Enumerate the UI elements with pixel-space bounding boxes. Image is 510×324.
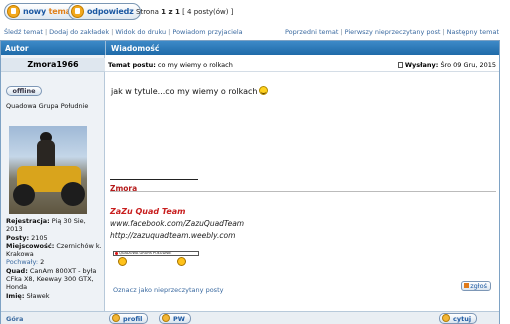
signature-team: ZaZu Quad Team xyxy=(110,207,186,216)
signature-facebook: www.facebook.com/ZazuQuadTeam xyxy=(110,219,245,228)
page-info-pages: 1 z 1 xyxy=(161,8,180,16)
quote-icon xyxy=(442,314,450,322)
mark-unread-link[interactable]: Oznacz jako nieprzeczytany posty xyxy=(113,286,223,294)
post-footer: Góra profil PW cytuj xyxy=(1,311,499,324)
post-subject: Temat postu: co my wiemy o rolkach xyxy=(108,61,233,69)
info-posts: Posty: 2105 xyxy=(6,233,48,242)
private-message-icon xyxy=(162,314,170,322)
next-topic-link[interactable]: Następny temat xyxy=(447,28,499,36)
info-praises: Pochwały: 2 xyxy=(6,258,45,267)
post-table: Autor Wiadomość Zmora1966 offline Quadow… xyxy=(0,40,500,324)
avatar-wheel xyxy=(13,184,35,206)
back-to-top-link[interactable]: Góra xyxy=(6,315,23,323)
page-info-prefix: Strona xyxy=(136,8,159,16)
profile-icon xyxy=(112,314,120,322)
reply-button[interactable]: odpowiedz xyxy=(68,3,141,20)
report-icon xyxy=(464,283,470,288)
profile-button[interactable]: profil xyxy=(109,313,149,324)
previous-topic-link[interactable]: Poprzedni temat xyxy=(285,28,338,36)
page-info-posts: [ 4 posty(ów) ] xyxy=(182,8,234,16)
info-quad: Quad: CanAm 800XT - była CFka X8, Keeway… xyxy=(6,266,97,292)
page-info: Strona 1 z 1 [ 4 posty(ów) ] xyxy=(136,8,233,16)
message-panel: Temat postu: co my wiemy o rolkach Wysła… xyxy=(105,55,499,311)
private-message-button[interactable]: PW xyxy=(159,313,191,324)
user-group: Quadowa Grupa Południe xyxy=(6,102,89,110)
signature-website: http://zazuquadteam.weebly.com xyxy=(110,231,236,240)
post-link-icon[interactable] xyxy=(397,62,403,68)
post-date: Wysłany: Śro 09 Gru, 2015 xyxy=(397,61,496,69)
report-button[interactable]: zgłoś xyxy=(461,281,491,291)
avatar xyxy=(9,126,87,214)
reply-label: odpowiedz xyxy=(87,7,134,16)
info-location: Miejscowość: Czernichów k. Krakowa xyxy=(6,241,102,259)
first-unread-link[interactable]: Pierwszy nieprzeczytany post xyxy=(345,28,441,36)
offline-status-badge: offline xyxy=(6,86,42,96)
new-topic-icon xyxy=(7,5,20,18)
signature-divider xyxy=(110,179,198,180)
signature-rule xyxy=(110,191,496,192)
info-registration: Rejestracja: Pią 30 Sie, 2013 xyxy=(6,217,86,234)
topic-nav-links: Śledź temat | Dodaj do zakładek | Widok do d… xyxy=(4,28,499,36)
print-view-link[interactable]: Widok do druku xyxy=(115,28,166,36)
author-profile-info: Rejestracja: Pią 30 Sie, 2013 Posty: 210… xyxy=(6,217,104,300)
author-column-header: Autor xyxy=(1,41,105,55)
author-panel: Zmora1966 offline Quadowa Grupa Południe… xyxy=(1,55,105,311)
signature-banner: QUADOWA GRUPA POŁUDNIE xyxy=(113,251,199,256)
post-header: Temat postu: co my wiemy o rolkach Wysła… xyxy=(105,58,499,72)
new-topic-label-1: nowy xyxy=(23,7,46,16)
report-label: zgłoś xyxy=(470,282,487,290)
avatar-wheel xyxy=(61,182,85,206)
smiley-icon xyxy=(118,257,127,266)
watch-topic-link[interactable]: Śledź temat xyxy=(4,28,43,36)
topic-toolbar: nowy temat odpowiedz Strona 1 z 1 [ 4 po… xyxy=(0,0,510,22)
info-name: Imię: Sławek xyxy=(6,291,50,300)
notify-friend-link[interactable]: Powiadom przyjaciela xyxy=(172,28,242,36)
bookmark-link[interactable]: Dodaj do zakładek xyxy=(49,28,109,36)
reply-icon xyxy=(71,5,84,18)
message-column-header: Wiadomość xyxy=(105,41,499,55)
author-name[interactable]: Zmora1966 xyxy=(1,58,105,72)
quote-button[interactable]: cytuj xyxy=(439,313,478,324)
post-body: jak w tytule...co my wiemy o rolkach xyxy=(111,86,269,96)
smiley-icon xyxy=(259,86,269,95)
smiley-icon xyxy=(177,257,186,266)
